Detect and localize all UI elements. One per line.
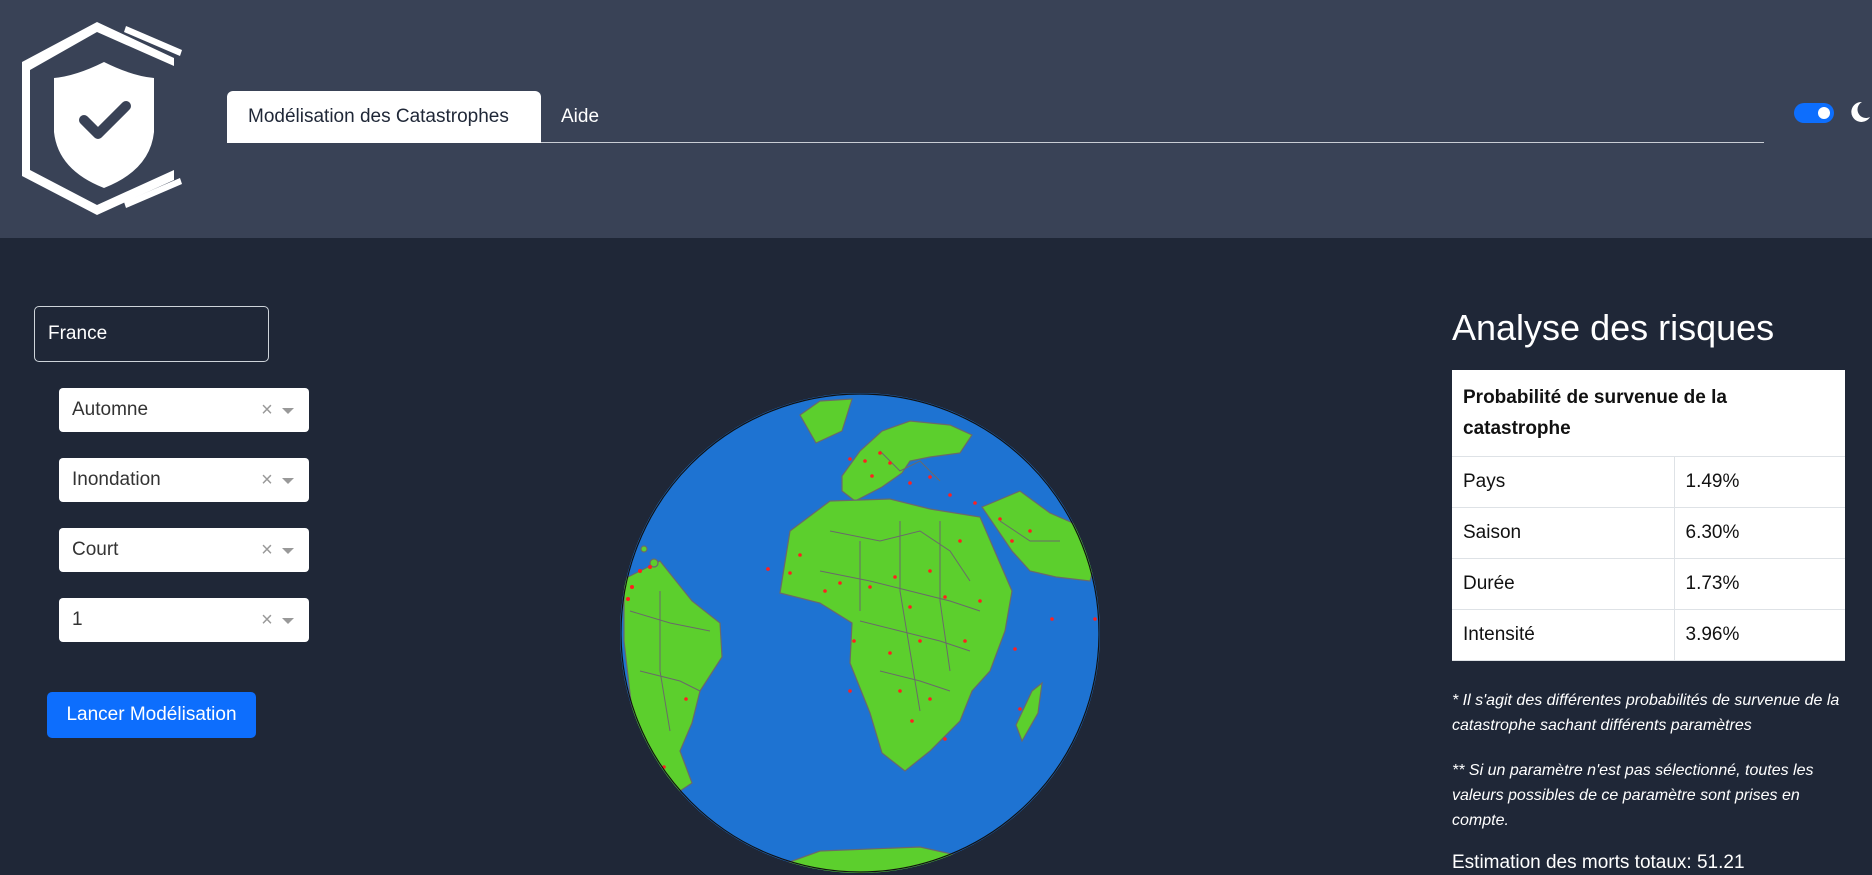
table-header: Probabilité de survenue de la catastroph…	[1452, 370, 1845, 457]
row-value: 6.30%	[1674, 507, 1845, 559]
main-tabs: Modélisation des Catastrophes Aide	[227, 91, 1764, 143]
country-input[interactable]	[34, 306, 269, 362]
toggle-knob	[1818, 107, 1830, 119]
row-value: 1.49%	[1674, 456, 1845, 508]
shield-check-icon[interactable]	[22, 20, 187, 215]
table-row: Intensité 3.96%	[1452, 609, 1845, 661]
theme-toggle[interactable]	[1794, 103, 1834, 123]
row-value: 3.96%	[1674, 609, 1845, 661]
season-select[interactable]: Automne ×	[59, 388, 309, 432]
globe-map[interactable]	[620, 391, 1100, 875]
row-label: Pays	[1452, 456, 1675, 508]
row-value: 1.73%	[1674, 558, 1845, 610]
duration-select[interactable]: Court ×	[59, 528, 309, 572]
intensity-select[interactable]: 1 ×	[59, 598, 309, 642]
risk-table: Probabilité de survenue de la catastroph…	[1452, 370, 1845, 661]
season-select-value: Automne	[72, 399, 149, 420]
clear-icon[interactable]: ×	[259, 528, 275, 572]
clear-icon[interactable]: ×	[259, 388, 275, 432]
table-row: Durée 1.73%	[1452, 558, 1845, 610]
row-label: Durée	[1452, 558, 1675, 610]
island	[640, 545, 648, 553]
clear-icon[interactable]: ×	[259, 458, 275, 502]
footnote-1: * Il s'agit des différentes probabilités…	[1452, 692, 1840, 734]
app-header: Modélisation des Catastrophes Aide	[0, 0, 1872, 238]
footnote-2: ** Si un paramètre n'est pas sélectionné…	[1452, 762, 1814, 829]
death-estimate: Estimation des morts totaux: 51.21	[1452, 852, 1745, 873]
row-label: Intensité	[1452, 609, 1675, 661]
chevron-down-icon[interactable]	[282, 408, 294, 414]
table-row: Pays 1.49%	[1452, 456, 1845, 508]
run-modelisation-button[interactable]: Lancer Modélisation	[47, 692, 256, 738]
duration-select-value: Court	[72, 539, 119, 560]
tab-aide[interactable]: Aide	[561, 91, 599, 143]
chevron-down-icon[interactable]	[282, 618, 294, 624]
disaster-type-select-value: Inondation	[72, 469, 161, 490]
intensity-select-value: 1	[72, 609, 83, 630]
analysis-title: Analyse des risques	[1452, 307, 1775, 348]
chevron-down-icon[interactable]	[282, 478, 294, 484]
moon-icon	[1848, 100, 1872, 124]
table-header-row: Probabilité de survenue de la catastroph…	[1452, 370, 1845, 457]
chevron-down-icon[interactable]	[282, 548, 294, 554]
tab-modelisation[interactable]: Modélisation des Catastrophes	[227, 91, 541, 143]
table-row: Saison 6.30%	[1452, 507, 1845, 559]
row-label: Saison	[1452, 507, 1675, 559]
disaster-type-select[interactable]: Inondation ×	[59, 458, 309, 502]
clear-icon[interactable]: ×	[259, 598, 275, 642]
